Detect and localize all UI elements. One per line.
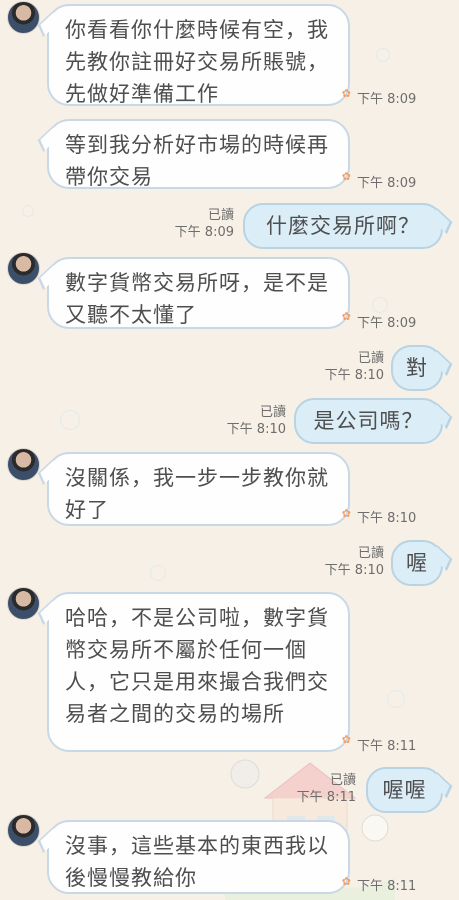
- message-text: 是公司嗎？: [313, 409, 424, 433]
- message-timestamp: 下午 8:11: [357, 879, 417, 894]
- flower-icon: ✿: [341, 507, 352, 520]
- read-label: 已讀: [207, 208, 234, 223]
- background-bubble: [150, 565, 166, 581]
- read-label: 已讀: [329, 773, 356, 788]
- read-label: 已讀: [259, 405, 286, 420]
- message-text: 喔喔: [382, 778, 427, 802]
- contact-avatar[interactable]: [7, 814, 40, 847]
- flower-icon: ✿: [341, 875, 352, 888]
- read-label: 已讀: [357, 351, 384, 366]
- message-timestamp: 下午 8:09: [357, 176, 417, 191]
- flower-icon: ✿: [341, 87, 352, 100]
- message-text: 沒關係，我一步一步教你就好了: [65, 466, 329, 522]
- incoming-message-bubble[interactable]: 你看看你什麼時候有空，我先教你註冊好交易所賬號，先做好準備工作 ✿: [47, 4, 351, 106]
- message-timestamp: 下午 8:09: [357, 92, 417, 107]
- read-label: 已讀: [357, 546, 384, 561]
- incoming-message-bubble[interactable]: 哈哈，不是公司啦，數字貨幣交易所不屬於任何一個人，它只是用來撮合我們交易者之間的…: [47, 592, 351, 752]
- message-timestamp: 下午 8:09: [174, 225, 234, 240]
- message-text: 沒事，這些基本的東西我以後慢慢教給你: [65, 834, 329, 890]
- message-text: 數字貨幣交易所呀，是不是又聽不太懂了: [65, 271, 329, 327]
- flower-icon: ✿: [341, 170, 352, 183]
- contact-avatar[interactable]: [7, 448, 40, 481]
- message-timestamp: 下午 8:10: [324, 368, 384, 383]
- incoming-message-bubble[interactable]: 等到我分析好市場的時候再帶你交易 ✿: [47, 119, 351, 189]
- background-bubble: [387, 690, 405, 708]
- outgoing-message-bubble[interactable]: 喔: [391, 540, 443, 586]
- flower-icon: ✿: [341, 733, 352, 746]
- incoming-message-bubble[interactable]: 沒事，這些基本的東西我以後慢慢教給你 ✿: [47, 820, 351, 894]
- background-bubble: [22, 205, 34, 217]
- message-text: 你看看你什麼時候有空，我先教你註冊好交易所賬號，先做好準備工作: [65, 18, 329, 106]
- message-timestamp: 下午 8:10: [324, 563, 384, 578]
- flower-icon: ✿: [341, 310, 352, 323]
- background-bubble: [372, 297, 388, 313]
- read-receipt: 已讀 下午 8:10: [318, 545, 384, 579]
- outgoing-message-bubble[interactable]: 是公司嗎？: [294, 398, 443, 444]
- message-timestamp: 下午 8:11: [357, 739, 417, 754]
- background-bubble: [376, 48, 390, 62]
- contact-avatar[interactable]: [7, 1, 40, 34]
- contact-avatar[interactable]: [7, 252, 40, 285]
- message-timestamp: 下午 8:10: [226, 422, 286, 437]
- message-timestamp: 下午 8:09: [357, 316, 417, 331]
- message-timestamp: 下午 8:10: [357, 511, 417, 526]
- message-text: 哈哈，不是公司啦，數字貨幣交易所不屬於任何一個人，它只是用來撮合我們交易者之間的…: [65, 606, 329, 726]
- read-receipt: 已讀 下午 8:10: [318, 350, 384, 384]
- outgoing-message-bubble[interactable]: 喔喔: [366, 767, 443, 813]
- message-text: 等到我分析好市場的時候再帶你交易: [65, 133, 329, 189]
- read-receipt: 已讀 下午 8:09: [168, 207, 234, 241]
- background-bubble: [60, 410, 80, 430]
- message-text: 什麼交易所啊？: [266, 214, 420, 238]
- message-text: 喔: [406, 551, 428, 575]
- incoming-message-bubble[interactable]: 數字貨幣交易所呀，是不是又聽不太懂了 ✿: [47, 257, 351, 329]
- read-receipt: 已讀 下午 8:11: [290, 772, 356, 806]
- message-timestamp: 下午 8:11: [296, 790, 356, 805]
- outgoing-message-bubble[interactable]: 對: [391, 345, 443, 391]
- incoming-message-bubble[interactable]: 沒關係，我一步一步教你就好了 ✿: [47, 452, 351, 526]
- contact-avatar[interactable]: [7, 587, 40, 620]
- outgoing-message-bubble[interactable]: 什麼交易所啊？: [243, 203, 443, 249]
- message-text: 對: [406, 356, 428, 380]
- read-receipt: 已讀 下午 8:10: [220, 404, 286, 438]
